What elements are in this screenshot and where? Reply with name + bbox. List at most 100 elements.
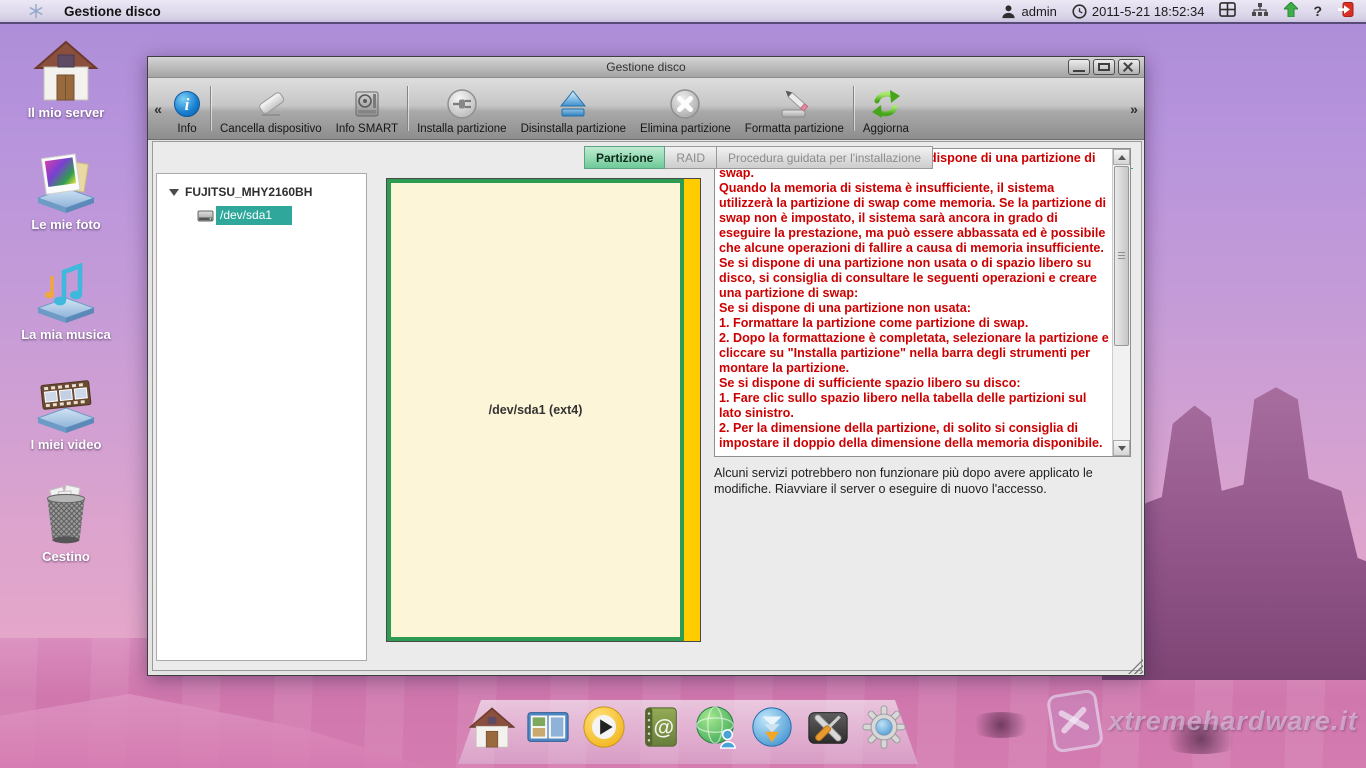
desktop-icon-my-photos[interactable]: Le mie foto xyxy=(14,150,118,232)
toolbar-info-button[interactable]: i Info xyxy=(166,78,208,139)
toolbar-separator xyxy=(407,86,408,131)
toolbar-button-label: Disinstalla partizione xyxy=(521,123,626,135)
desktop-icon-label: Il mio server xyxy=(28,106,105,120)
toolbar-button-label: Info xyxy=(177,123,196,135)
window-content: Partizione RAID Procedura guidata per l'… xyxy=(152,141,1142,671)
watermark-x-logo-icon xyxy=(1046,688,1104,753)
toolbar-separator xyxy=(210,86,211,131)
close-button[interactable] xyxy=(1118,59,1140,75)
tab-installation-wizard[interactable]: Procedura guidata per l'installazione xyxy=(717,146,933,169)
toolbar-mount-partition-button[interactable]: Installa partizione xyxy=(410,78,514,139)
toolbar: « i Info Cancella dispositivo xyxy=(148,78,1144,140)
expand-triangle-icon xyxy=(169,189,179,196)
scroll-up-icon xyxy=(1118,155,1126,160)
svg-text:@: @ xyxy=(654,717,675,740)
tree-device-node[interactable]: FUJITSU_MHY2160BH xyxy=(169,185,366,199)
tab-bar: Partizione RAID Procedura guidata per l'… xyxy=(584,146,933,169)
free-space-block[interactable] xyxy=(684,179,700,641)
trash-icon xyxy=(33,480,99,546)
toolbar-delete-partition-button[interactable]: Elimina partizione xyxy=(633,78,738,139)
eject-icon xyxy=(557,86,589,122)
toolbar-overflow-right-icon[interactable]: » xyxy=(1126,78,1142,139)
dock-utilities-icon[interactable] xyxy=(805,704,851,750)
desktop-icon-my-server[interactable]: Il mio server xyxy=(14,40,118,120)
swap-notice-text: La configurazione del sistema non dispon… xyxy=(719,151,1109,454)
maximize-button[interactable] xyxy=(1093,59,1115,75)
desktop-icon-my-videos[interactable]: I miei video xyxy=(14,370,118,452)
window-titlebar[interactable]: Gestione disco xyxy=(148,57,1144,78)
swap-notice-box: La configurazione del sistema non dispon… xyxy=(714,148,1131,457)
svg-text:i: i xyxy=(185,95,190,114)
desktop-grid-icon[interactable] xyxy=(1219,2,1236,20)
taskbar-app-title[interactable]: Gestione disco xyxy=(64,4,161,19)
toolbar-overflow-left-icon[interactable]: « xyxy=(150,78,166,139)
app-logo-icon[interactable] xyxy=(28,3,44,19)
watermark-text: xtremehardware.it xyxy=(1108,706,1358,737)
toolbar-unmount-partition-button[interactable]: Disinstalla partizione xyxy=(514,78,633,139)
datetime-label: 2011-5-21 18:52:34 xyxy=(1092,4,1205,19)
tab-raid[interactable]: RAID xyxy=(665,146,717,169)
device-name: FUJITSU_MHY2160BH xyxy=(185,185,312,199)
minimize-button[interactable] xyxy=(1068,59,1090,75)
dock-settings-icon[interactable] xyxy=(861,704,907,750)
disk-management-window: Gestione disco « i Info xyxy=(147,56,1145,676)
photos-icon xyxy=(33,150,99,214)
desktop-icon-my-music[interactable]: La mia musica xyxy=(14,260,118,342)
scrollbar[interactable] xyxy=(1112,149,1130,456)
toolbar-format-partition-button[interactable]: Formatta partizione xyxy=(738,78,851,139)
toolbar-button-label: Formatta partizione xyxy=(745,123,844,135)
eraser-icon xyxy=(253,86,289,122)
home-icon xyxy=(33,40,99,102)
partition-map-panel: /dev/sda1 (ext4) xyxy=(379,173,708,661)
dock-contacts-icon[interactable]: @ xyxy=(637,704,683,750)
toolbar-erase-device-button[interactable]: Cancella dispositivo xyxy=(213,78,329,139)
user-menu[interactable]: admin xyxy=(1001,4,1056,19)
dock: @ xyxy=(458,700,918,764)
scrollbar-thumb[interactable] xyxy=(1114,166,1129,346)
scroll-up-button[interactable] xyxy=(1113,149,1130,165)
toolbar-button-label: Cancella dispositivo xyxy=(220,123,322,135)
scroll-down-icon xyxy=(1118,446,1126,451)
dock-network-places-icon[interactable] xyxy=(693,704,739,750)
info-icon: i xyxy=(173,86,201,122)
help-icon[interactable]: ? xyxy=(1313,3,1322,19)
toolbar-button-label: Aggiorna xyxy=(863,123,909,135)
clock-icon xyxy=(1072,4,1087,19)
tree-partition-node[interactable]: /dev/sda1 xyxy=(197,206,366,225)
upload-arrow-icon[interactable] xyxy=(1284,2,1298,20)
user-icon xyxy=(1001,4,1016,19)
desktop: Gestione disco admin 2011-5-21 18:52:34 … xyxy=(0,0,1366,768)
desktop-icon-trash[interactable]: Cestino xyxy=(14,480,118,564)
tab-partizione[interactable]: Partizione xyxy=(584,146,665,169)
toolbar-button-label: Elimina partizione xyxy=(640,123,731,135)
partition-block-sda1[interactable]: /dev/sda1 (ext4) xyxy=(387,179,684,641)
dock-home-icon[interactable] xyxy=(469,704,515,750)
toolbar-button-label: Installa partizione xyxy=(417,123,507,135)
username-label: admin xyxy=(1021,4,1056,19)
toolbar-refresh-button[interactable]: Aggiorna xyxy=(856,78,916,139)
refresh-icon xyxy=(869,86,903,122)
background-bush xyxy=(966,712,1036,738)
scroll-down-button[interactable] xyxy=(1113,440,1130,456)
top-menu-bar: Gestione disco admin 2011-5-21 18:52:34 … xyxy=(0,0,1366,24)
desktop-icon-label: La mia musica xyxy=(21,328,111,342)
desktop-icon-label: I miei video xyxy=(31,438,102,452)
music-icon xyxy=(33,260,99,324)
dock-media-player-icon[interactable] xyxy=(581,704,627,750)
format-pencil-icon xyxy=(777,86,811,122)
window-title: Gestione disco xyxy=(606,60,685,74)
hard-drive-icon xyxy=(352,86,382,122)
mount-plug-icon xyxy=(446,86,478,122)
watermark: xtremehardware.it xyxy=(1050,692,1358,750)
dock-download-manager-icon[interactable] xyxy=(749,704,795,750)
disk-icon xyxy=(197,209,214,223)
device-tree-panel: FUJITSU_MHY2160BH /dev/sda1 xyxy=(156,173,367,661)
delete-circle-icon xyxy=(669,86,701,122)
partition-block-label: /dev/sda1 (ext4) xyxy=(489,403,583,417)
dock-photo-album-icon[interactable] xyxy=(525,704,571,750)
toolbar-separator xyxy=(853,86,854,131)
workgroup-icon[interactable] xyxy=(1251,3,1269,20)
partition-name-selected: /dev/sda1 xyxy=(216,206,292,225)
logout-icon[interactable] xyxy=(1337,2,1354,20)
toolbar-smart-info-button[interactable]: Info SMART xyxy=(329,78,405,139)
